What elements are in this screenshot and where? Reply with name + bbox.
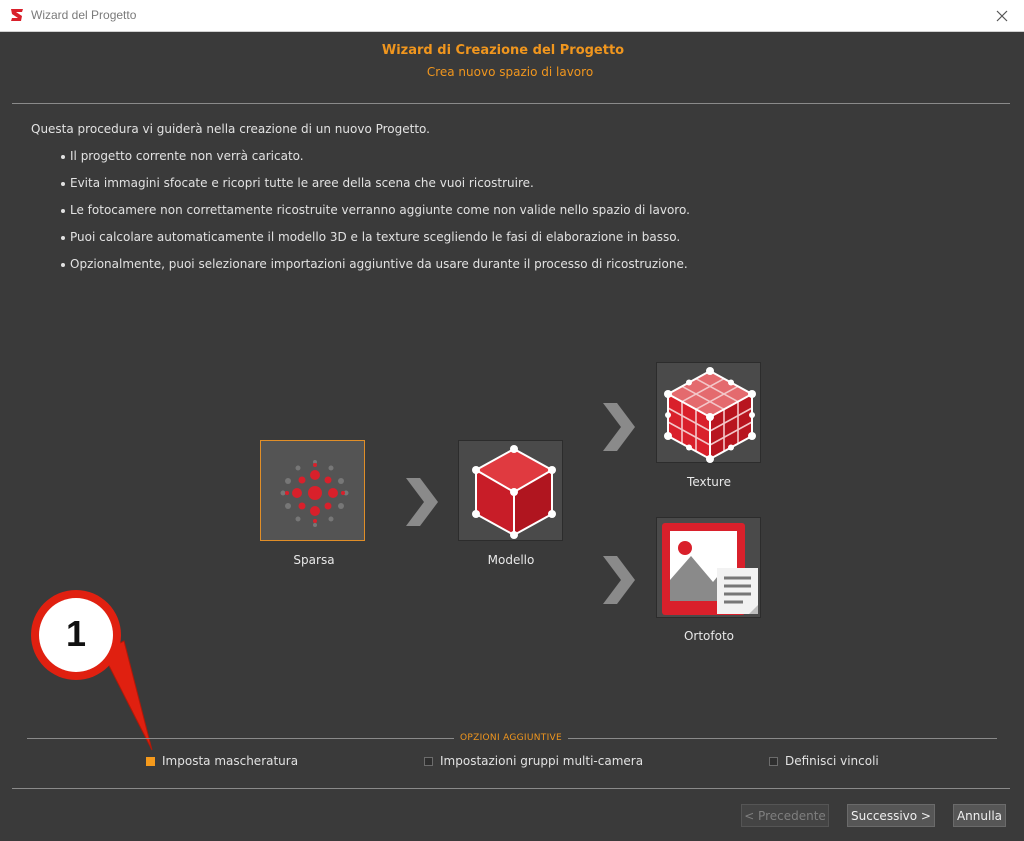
orthophoto-icon xyxy=(662,523,758,615)
previous-button[interactable]: < Precedente xyxy=(741,804,829,827)
wizard-subtitle: Crea nuovo spazio di lavoro xyxy=(426,65,594,79)
stage-sparsa-button[interactable] xyxy=(260,440,365,541)
list-item: Le fotocamere non correttamente ricostru… xyxy=(61,203,690,230)
checkbox-checked[interactable] xyxy=(146,756,155,766)
checkbox-unchecked[interactable] xyxy=(424,756,433,766)
chevron-right-icon xyxy=(603,556,635,604)
wizard-title: Wizard di Creazione del Progetto xyxy=(381,43,625,58)
mask-option-label: Imposta mascheratura xyxy=(162,754,299,768)
multicamera-option-label: Impostazioni gruppi multi-camera xyxy=(440,754,644,768)
sparse-point-cloud-icon xyxy=(280,460,349,527)
stage-texture-button[interactable] xyxy=(656,362,761,463)
intro-text: Questa procedura vi guiderà nella creazi… xyxy=(31,122,430,136)
constraints-option-checkbox[interactable]: Definisci vincoli xyxy=(769,754,879,768)
window-title: Wizard del Progetto xyxy=(31,8,137,22)
callout-number: 1 xyxy=(65,613,87,654)
stage-texture-label: Texture xyxy=(687,475,731,489)
textured-cube-icon xyxy=(664,367,756,463)
list-item: Evita immagini sfocate e ricopri tutte l… xyxy=(61,176,690,203)
multicamera-option-checkbox[interactable]: Impostazioni gruppi multi-camera xyxy=(424,754,643,768)
options-legend: OPZIONI AGGIUNTIVE xyxy=(454,733,568,743)
chevron-right-icon xyxy=(603,403,635,451)
instructions-list: Il progetto corrente non verrà caricato.… xyxy=(61,149,690,284)
close-icon xyxy=(996,10,1008,21)
mask-option-checkbox[interactable]: Imposta mascheratura xyxy=(146,754,298,768)
chevron-right-icon xyxy=(406,478,438,526)
stage-ortofoto-label: Ortofoto xyxy=(683,629,735,643)
close-button[interactable] xyxy=(980,0,1024,31)
numbered-callout-pointer xyxy=(31,590,153,751)
app-logo-icon xyxy=(11,9,23,21)
next-button[interactable]: Successivo > xyxy=(847,804,935,827)
stage-modello-label: Modello xyxy=(487,553,535,567)
cancel-button[interactable]: Annulla xyxy=(953,804,1006,827)
list-item: Il progetto corrente non verrà caricato. xyxy=(61,149,690,176)
stage-modello-button[interactable] xyxy=(458,440,563,541)
checkbox-unchecked[interactable] xyxy=(769,756,778,766)
header-divider xyxy=(12,103,1010,104)
stage-ortofoto-button[interactable] xyxy=(656,517,761,618)
footer-divider xyxy=(12,788,1010,789)
mesh-cube-icon xyxy=(472,445,556,539)
list-item: Opzionalmente, puoi selezionare importaz… xyxy=(61,257,690,284)
list-item: Puoi calcolare automaticamente il modell… xyxy=(61,230,690,257)
window-titlebar: Wizard del Progetto xyxy=(0,0,1024,32)
stage-sparsa-label: Sparsa xyxy=(293,553,335,567)
constraints-option-label: Definisci vincoli xyxy=(785,754,879,768)
